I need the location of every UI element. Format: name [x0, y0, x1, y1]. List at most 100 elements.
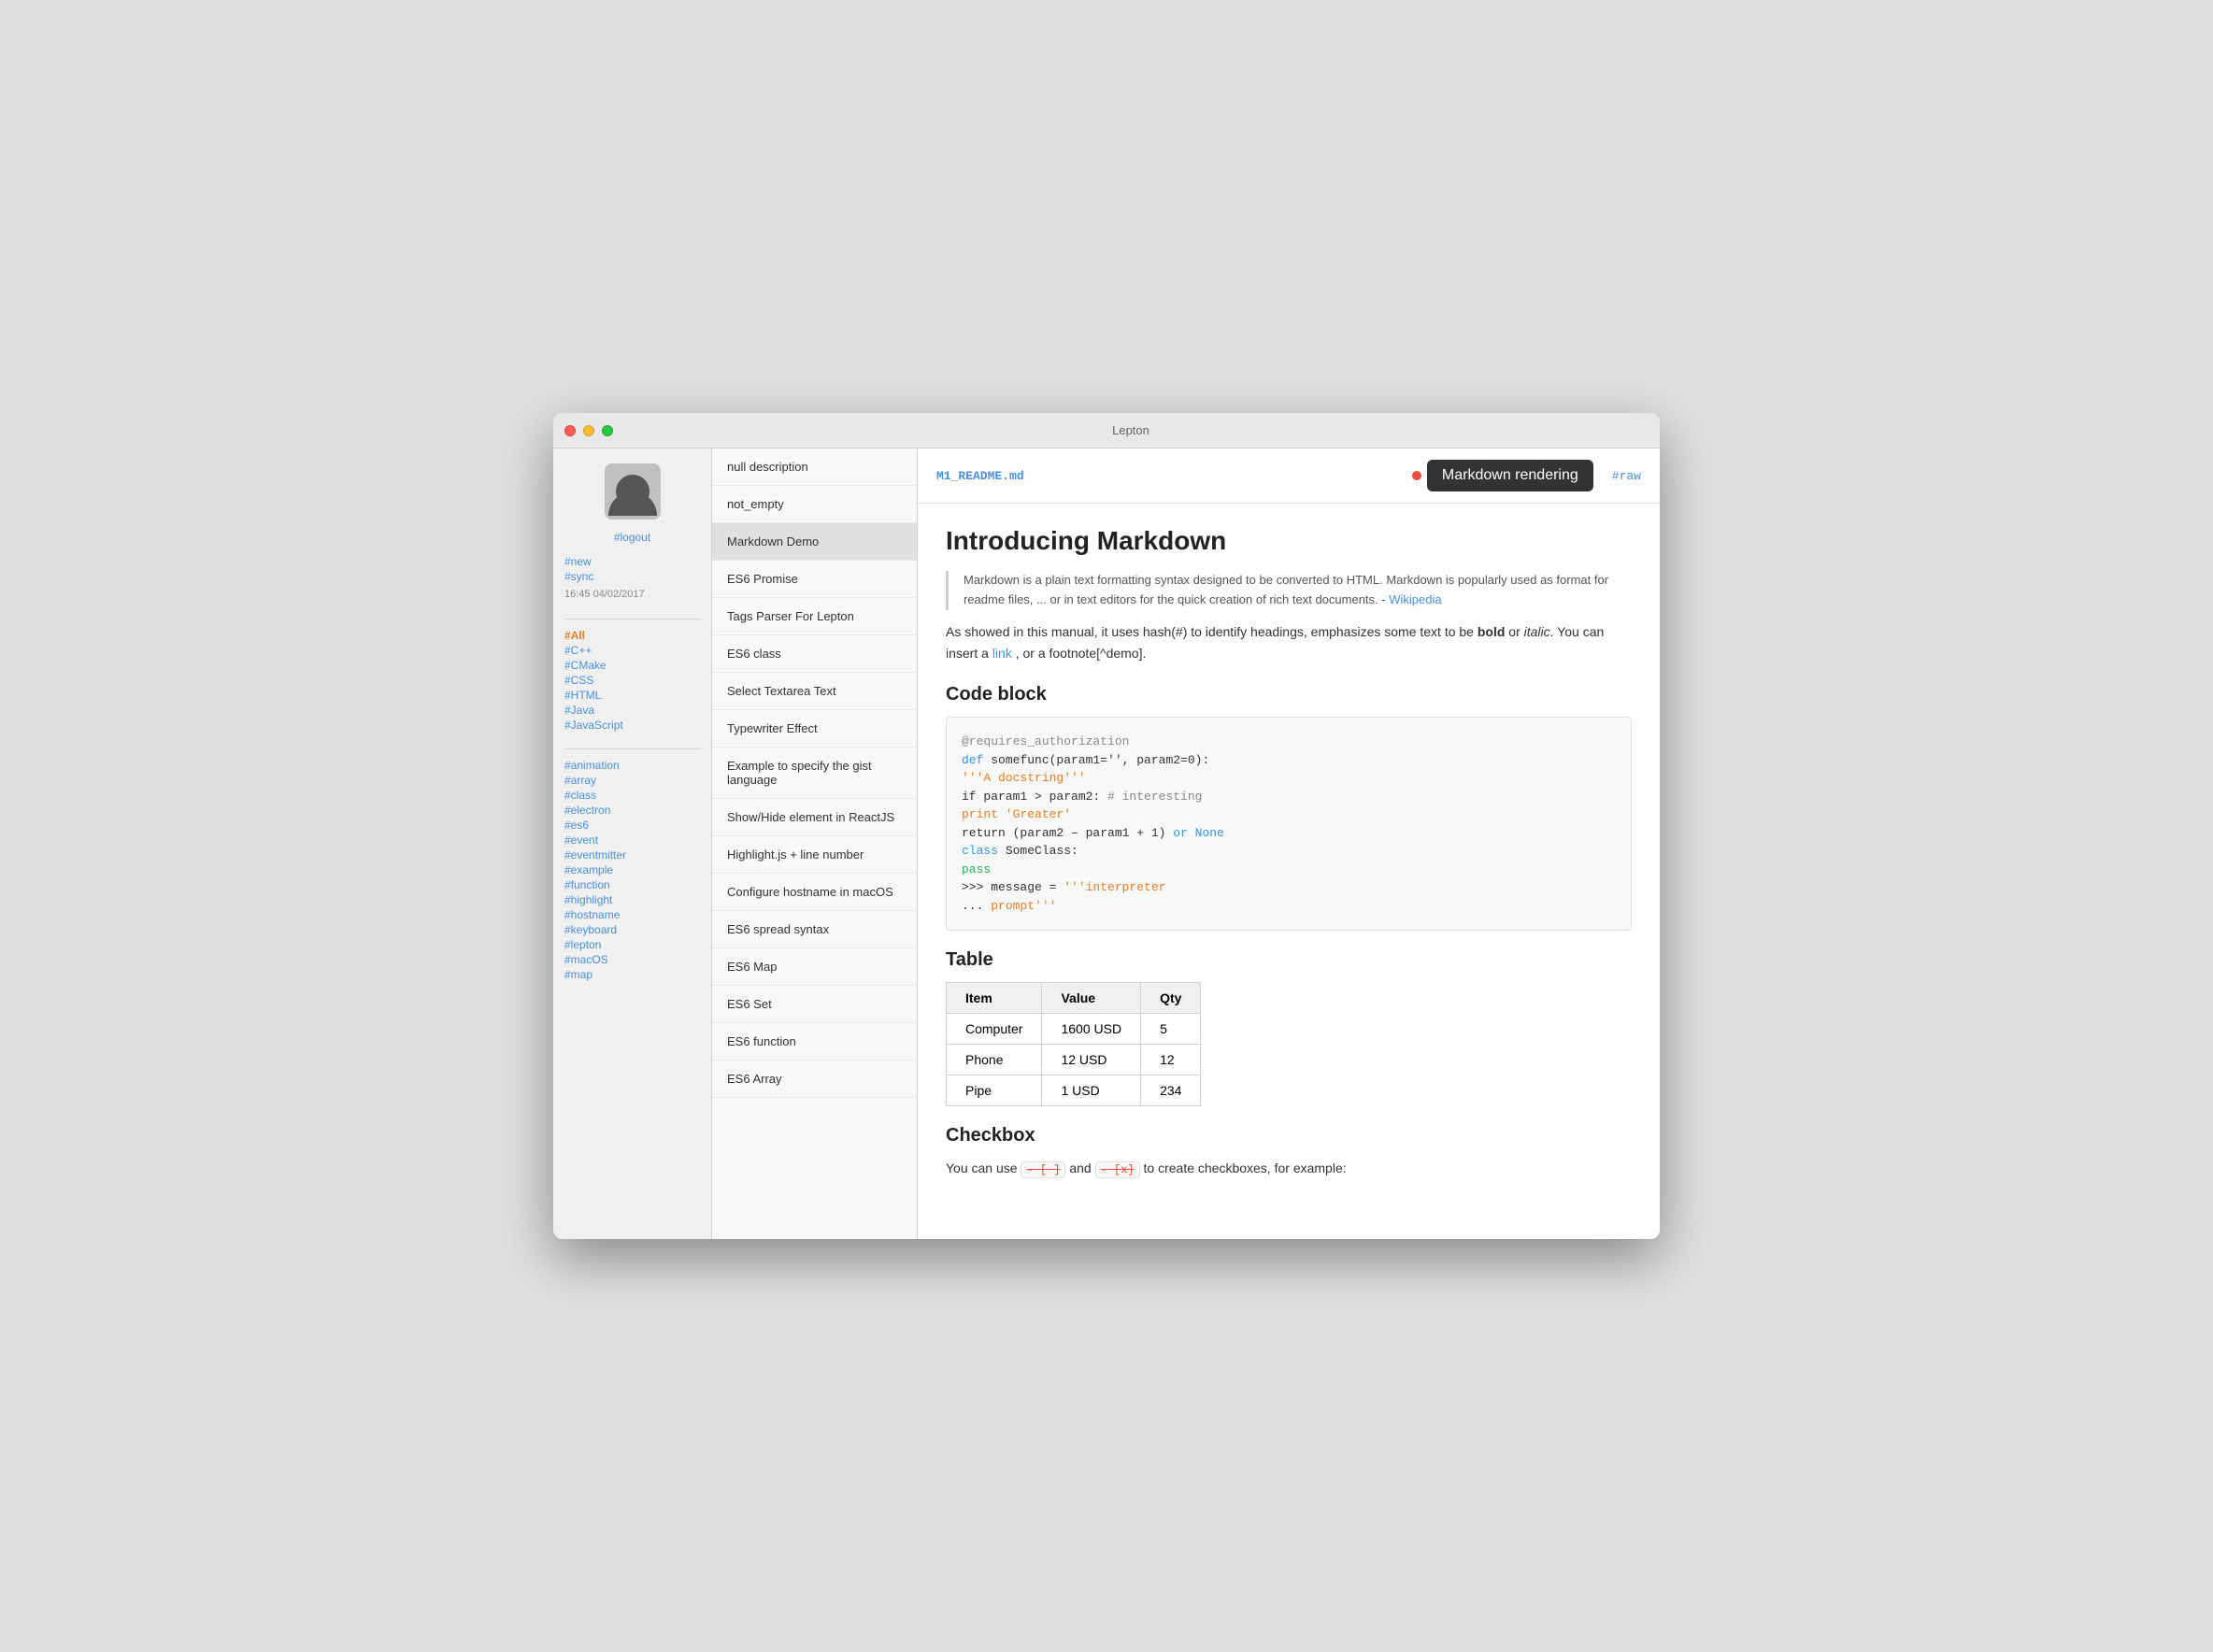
table-cell: 234	[1141, 1075, 1201, 1106]
tag-animation[interactable]: #animation	[564, 759, 700, 772]
tag-function[interactable]: #function	[564, 878, 700, 891]
tooltip-label: Markdown rendering	[1442, 467, 1578, 483]
code-line-1: @requires_authorization	[962, 733, 1616, 751]
snippet-show-hide[interactable]: Show/Hide element in ReactJS	[712, 799, 917, 836]
minimize-button[interactable]	[583, 425, 594, 436]
snippet-es6-class[interactable]: ES6 class	[712, 635, 917, 673]
md-title: Introducing Markdown	[946, 526, 1632, 556]
content-body: Introducing Markdown Markdown is a plain…	[918, 504, 1660, 1239]
app-body: #logout #new #sync 16:45 04/02/2017 #All…	[553, 449, 1660, 1239]
bold-text: bold	[1478, 624, 1506, 639]
tag-java[interactable]: #Java	[564, 704, 700, 717]
sidebar: #logout #new #sync 16:45 04/02/2017 #All…	[553, 449, 712, 1239]
table-row: Computer 1600 USD 5	[947, 1014, 1201, 1045]
table-header-qty: Qty	[1141, 983, 1201, 1014]
code-line-2: def somefunc(param1='', param2=0):	[962, 751, 1616, 770]
tag-hostname[interactable]: #hostname	[564, 908, 700, 921]
checkbox-code-unchecked: - [ ]	[1021, 1161, 1065, 1178]
sidebar-divider-2	[564, 748, 700, 749]
table-header-value: Value	[1042, 983, 1141, 1014]
snippet-es6-array[interactable]: ES6 Array	[712, 1061, 917, 1098]
code-line-5: print 'Greater'	[962, 805, 1616, 824]
sidebar-actions: #new #sync	[564, 553, 700, 585]
table-cell: Computer	[947, 1014, 1042, 1045]
tag-eventmitter[interactable]: #eventmitter	[564, 848, 700, 862]
snippet-null-desc[interactable]: null description	[712, 449, 917, 486]
table-header-item: Item	[947, 983, 1042, 1014]
tag-all[interactable]: #All	[564, 629, 700, 642]
link-example[interactable]: link	[992, 646, 1012, 661]
tag-event[interactable]: #event	[564, 833, 700, 847]
content-header: M1_README.md Markdown rendering #raw	[918, 449, 1660, 504]
tag-html[interactable]: #HTML	[564, 689, 700, 702]
italic-text: italic	[1524, 624, 1550, 639]
snippet-es6-set[interactable]: ES6 Set	[712, 986, 917, 1023]
snippet-markdown-demo[interactable]: Markdown Demo	[712, 523, 917, 561]
maximize-button[interactable]	[602, 425, 613, 436]
table-cell: 1600 USD	[1042, 1014, 1141, 1045]
main-content: M1_README.md Markdown rendering #raw Int…	[918, 449, 1660, 1239]
code-line-10: ... prompt'''	[962, 897, 1616, 916]
tag-es6[interactable]: #es6	[564, 819, 700, 832]
code-line-7: class SomeClass:	[962, 842, 1616, 861]
sidebar-timestamp: 16:45 04/02/2017	[564, 589, 700, 600]
tag-cpp[interactable]: #C++	[564, 644, 700, 657]
code-block: @requires_authorization def somefunc(par…	[946, 717, 1632, 931]
traffic-lights	[564, 425, 613, 436]
code-line-9: >>> message = '''interpreter	[962, 878, 1616, 897]
markdown-rendering-tooltip: Markdown rendering	[1427, 460, 1593, 491]
table-cell: 1 USD	[1042, 1075, 1141, 1106]
checkbox-code-checked: - [x]	[1095, 1161, 1140, 1178]
tag-highlight[interactable]: #highlight	[564, 893, 700, 906]
primary-tags: #All #C++ #CMake #CSS #HTML #Java #JavaS…	[564, 627, 700, 733]
snippet-es6-map[interactable]: ES6 Map	[712, 948, 917, 986]
app-window: Lepton #logout #new #sync 16:45 04/02/20…	[553, 413, 1660, 1239]
avatar	[605, 463, 661, 520]
raw-link[interactable]: #raw	[1612, 469, 1641, 483]
table-row: Pipe 1 USD 234	[947, 1075, 1201, 1106]
sidebar-divider-1	[564, 619, 700, 620]
tag-css[interactable]: #CSS	[564, 674, 700, 687]
logout-link[interactable]: #logout	[564, 531, 700, 544]
table-cell: 5	[1141, 1014, 1201, 1045]
tag-class[interactable]: #class	[564, 789, 700, 802]
tooltip-dot	[1412, 471, 1421, 480]
snippet-hostname[interactable]: Configure hostname in macOS	[712, 874, 917, 911]
tag-lepton[interactable]: #lepton	[564, 938, 700, 951]
new-link[interactable]: #new	[564, 555, 700, 568]
tag-example[interactable]: #example	[564, 863, 700, 876]
avatar-icon	[616, 475, 650, 508]
code-line-6: return (param2 – param1 + 1) or None	[962, 824, 1616, 843]
snippet-gist-language[interactable]: Example to specify the gist language	[712, 748, 917, 799]
md-blockquote: Markdown is a plain text formatting synt…	[946, 571, 1632, 610]
titlebar: Lepton	[553, 413, 1660, 449]
table-heading: Table	[946, 949, 1632, 971]
wikipedia-link[interactable]: Wikipedia	[1389, 592, 1441, 606]
tag-electron[interactable]: #electron	[564, 804, 700, 817]
tag-map[interactable]: #map	[564, 968, 700, 981]
snippet-tags-parser[interactable]: Tags Parser For Lepton	[712, 598, 917, 635]
code-line-8: pass	[962, 861, 1616, 879]
tag-keyboard[interactable]: #keyboard	[564, 923, 700, 936]
tag-array[interactable]: #array	[564, 774, 700, 787]
blockquote-text: Markdown is a plain text formatting synt…	[964, 573, 1608, 606]
code-line-4: if param1 > param2: # interesting	[962, 788, 1616, 806]
snippet-es6-spread[interactable]: ES6 spread syntax	[712, 911, 917, 948]
snippet-typewriter[interactable]: Typewriter Effect	[712, 710, 917, 748]
snippet-list: null description not_empty Markdown Demo…	[712, 449, 918, 1239]
tag-macos[interactable]: #macOS	[564, 953, 700, 966]
sync-link[interactable]: #sync	[564, 570, 700, 583]
tag-cmake[interactable]: #CMake	[564, 659, 700, 672]
table-cell: Pipe	[947, 1075, 1042, 1106]
snippet-select-textarea[interactable]: Select Textarea Text	[712, 673, 917, 710]
close-button[interactable]	[564, 425, 576, 436]
tag-javascript[interactable]: #JavaScript	[564, 719, 700, 732]
snippet-es6-promise[interactable]: ES6 Promise	[712, 561, 917, 598]
table-row: Phone 12 USD 12	[947, 1045, 1201, 1075]
content-filename: M1_README.md	[936, 469, 1024, 483]
snippet-highlightjs[interactable]: Highlight.js + line number	[712, 836, 917, 874]
code-block-heading: Code block	[946, 684, 1632, 705]
snippet-es6-function[interactable]: ES6 function	[712, 1023, 917, 1061]
secondary-tags: #animation #array #class #electron #es6 …	[564, 757, 700, 983]
snippet-not-empty[interactable]: not_empty	[712, 486, 917, 523]
